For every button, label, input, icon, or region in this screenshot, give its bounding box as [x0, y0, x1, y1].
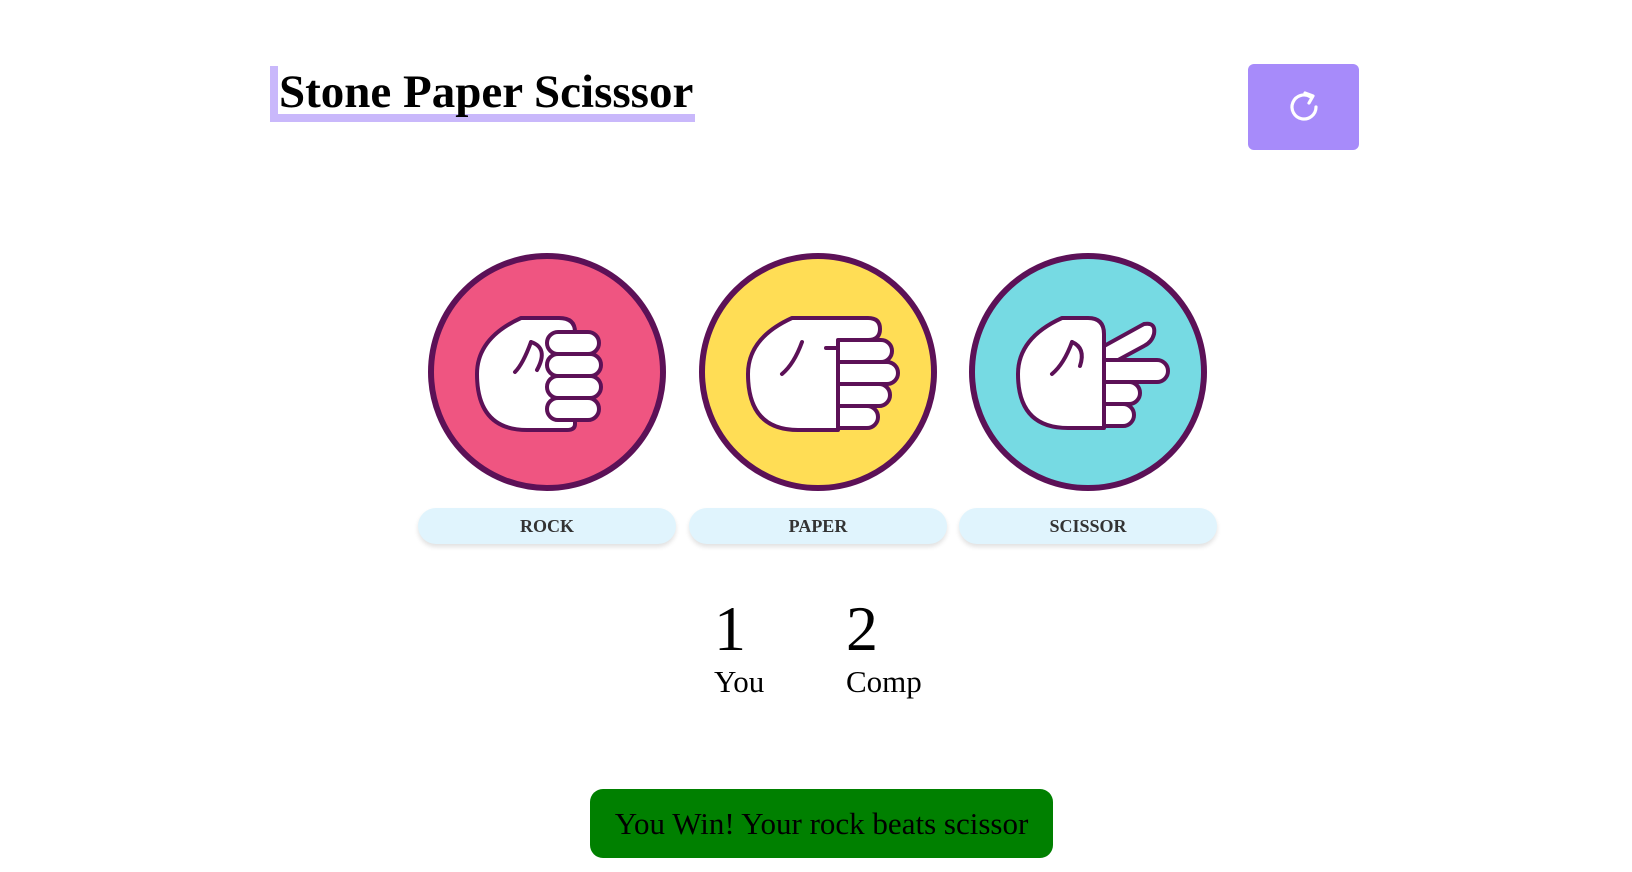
- user-score-value: 1: [714, 593, 746, 664]
- choice-label-scissor[interactable]: SCISSOR: [959, 508, 1217, 544]
- refresh-icon: [1289, 91, 1318, 121]
- computer-score-value: 2: [846, 593, 878, 664]
- computer-score: 2 Comp: [846, 594, 922, 700]
- choice-label-paper[interactable]: PAPER: [689, 508, 947, 544]
- choice-label-rock[interactable]: ROCK: [418, 508, 676, 544]
- user-score: 1 You: [714, 594, 764, 700]
- paper-hand-icon[interactable]: [698, 252, 938, 492]
- computer-score-label: Comp: [846, 664, 922, 699]
- page-title: Stone Paper Scisssor: [279, 66, 694, 118]
- rock-hand-icon[interactable]: [427, 252, 667, 492]
- choice-paper[interactable]: PAPER: [689, 252, 947, 544]
- result-message: You Win! Your rock beats scissor: [590, 789, 1053, 858]
- game-page: Stone Paper Scisssor ROCK PAPER SCISSOR …: [0, 0, 1632, 872]
- choice-rock[interactable]: ROCK: [418, 252, 676, 544]
- user-score-label: You: [714, 664, 765, 699]
- scissor-hand-icon[interactable]: [968, 252, 1208, 492]
- choice-scissor[interactable]: SCISSOR: [959, 252, 1217, 544]
- reset-button[interactable]: [1248, 64, 1359, 150]
- title-container: Stone Paper Scisssor: [270, 66, 695, 122]
